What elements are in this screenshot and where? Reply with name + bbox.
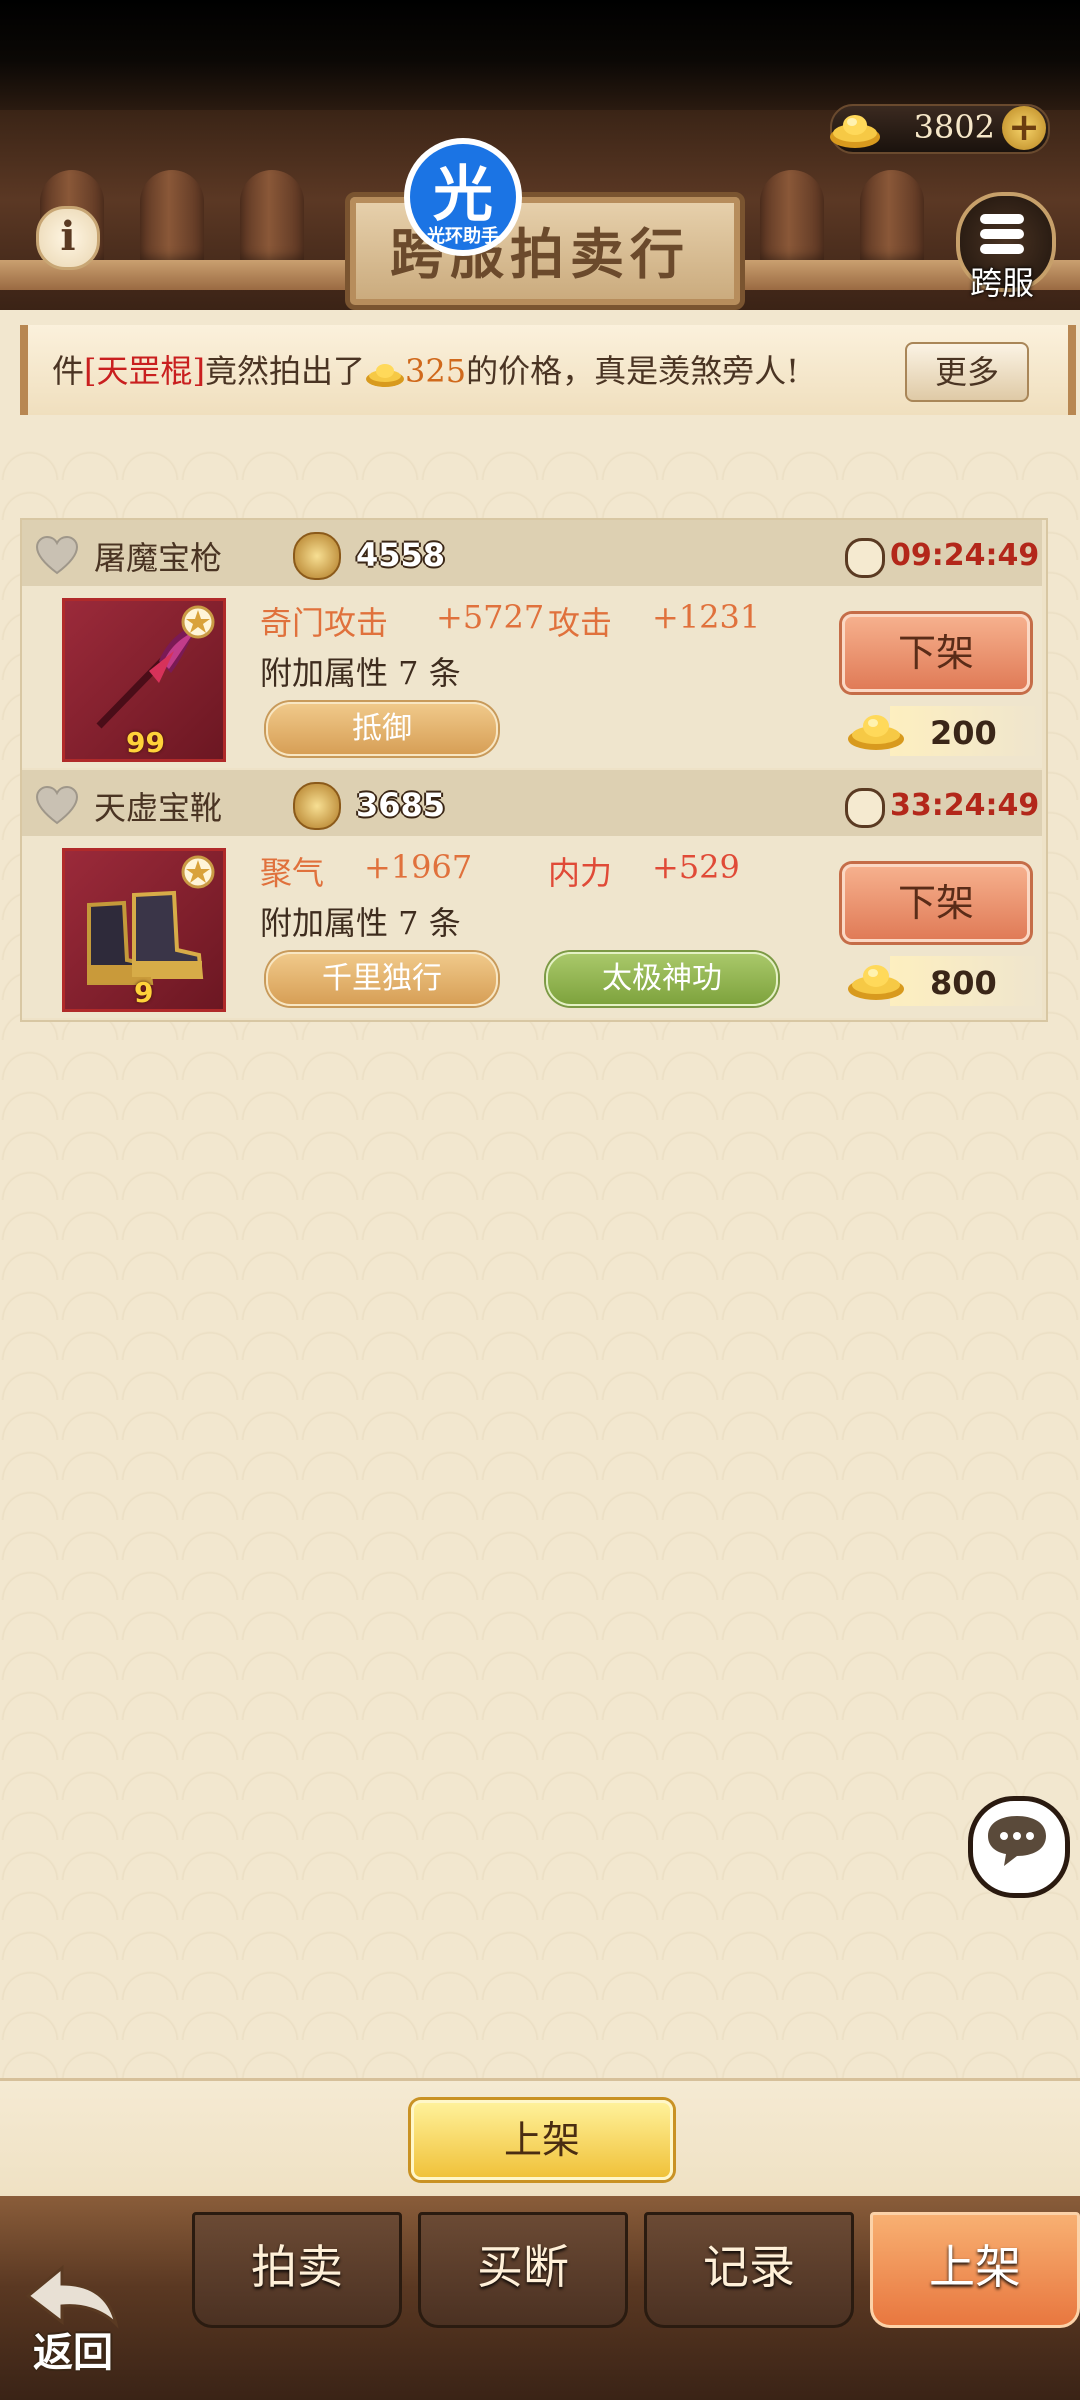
combat-power-icon [293,782,341,830]
item-level: 9 [134,976,154,1009]
status-bar [0,0,1080,110]
gold-ingot-icon [848,715,904,750]
extra-attributes: 附加属性 7 条 [260,904,461,942]
gold-ingot-icon [848,965,904,1000]
stat-2-value: +1231 [652,598,761,636]
notice-middle: 竟然拍出了 [205,352,366,390]
overlay-assistant-char: 光 [433,160,493,230]
heart-icon[interactable] [35,785,79,825]
notice-item: [天罡棍] [84,352,205,390]
clock-icon [845,788,885,828]
cross-server-label: 跨服 [969,264,1034,302]
info-button[interactable]: i [36,206,100,270]
delist-button[interactable]: 下架 [842,864,1030,942]
clock-icon [845,538,885,578]
stat-2-name: 攻击 [548,604,613,642]
listing-timer: 33:24:49 [890,788,1040,823]
item-name: 天虚宝靴 [94,789,223,827]
plus-icon[interactable]: + [1002,106,1046,150]
stat-1-value: +5727 [436,598,545,636]
star-badge-icon [181,605,215,639]
notice-suffix: 的价格，真是羡煞旁人! [466,352,799,390]
overlay-assistant-label: 光环助手 [427,226,499,247]
extra-attributes: 附加属性 7 条 [260,654,461,692]
listing-price: 200 [930,714,997,752]
item-level: 99 [126,726,165,759]
stat-1-name: 奇门攻击 [260,604,389,642]
skill-tag[interactable]: 太极神功 [546,952,778,1006]
notice-text: 件[天罡棍]竟然拍出了 325的价格，真是羡煞旁人! [52,346,799,392]
notice-prefix: 件 [52,352,85,390]
list-menu-icon [980,214,1024,254]
heart-icon[interactable] [35,535,79,575]
gold-amount: 3802 [913,108,995,146]
skill-tag[interactable]: 抵御 [266,702,498,756]
stat-2-name: 内力 [548,854,613,892]
item-name: 屠魔宝枪 [94,539,223,577]
chat-bubble-icon [988,1816,1046,1866]
listing-timer: 09:24:49 [890,538,1040,573]
list-item-button[interactable]: 上架 [411,2100,673,2180]
tab-records[interactable]: 记录 [644,2212,854,2328]
tab-buyout[interactable]: 买断 [418,2212,628,2328]
gold-ingot-icon [366,364,405,387]
combat-power-value: 4558 [356,536,446,574]
gold-ingot-icon [830,115,880,148]
back-label: 返回 [33,2329,113,2376]
combat-power-value: 3685 [356,786,446,824]
stat-1-value: +1967 [364,848,473,886]
listing-price: 800 [930,964,997,1002]
skill-tag[interactable]: 千里独行 [266,952,498,1006]
tab-list[interactable]: 上架 [870,2212,1080,2328]
star-badge-icon [181,855,215,889]
delist-button[interactable]: 下架 [842,614,1030,692]
combat-power-icon [293,532,341,580]
tab-auction[interactable]: 拍卖 [192,2212,402,2328]
stat-1-name: 聚气 [260,854,325,892]
more-button[interactable]: 更多 [905,342,1029,402]
stat-2-value: +529 [652,848,740,886]
notice-price: 325 [405,352,467,390]
